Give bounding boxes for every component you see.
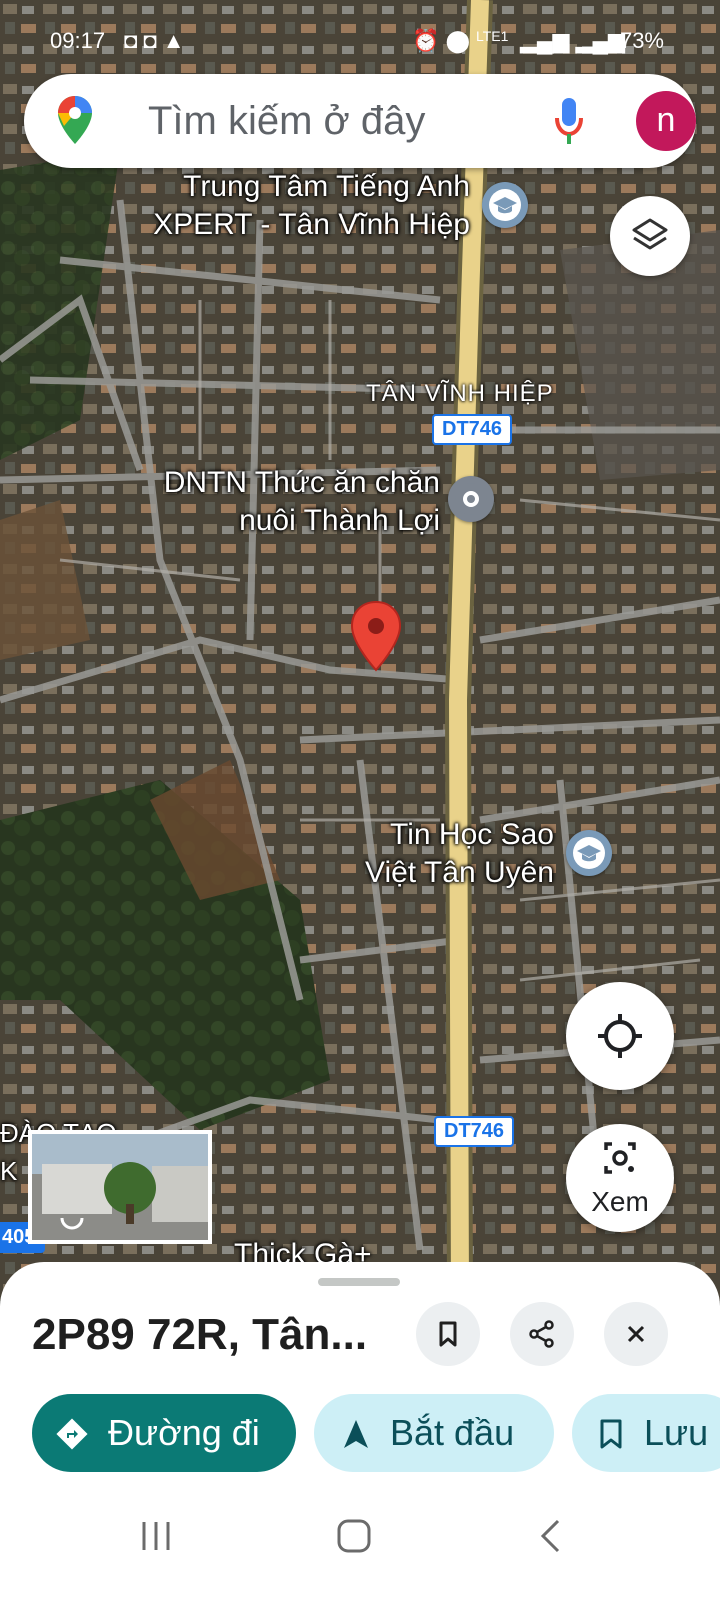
camera-lens-icon xyxy=(604,1142,636,1174)
alarm-icon: ⏰ ⬤ xyxy=(412,28,471,53)
network-icon: LTE1 xyxy=(476,28,509,44)
place-title: 2P89 72R, Tân... xyxy=(32,1310,368,1359)
poi-label-thanh-loi[interactable]: DNTN Thức ăn chăn nuôi Thành Lợi xyxy=(100,464,440,540)
lens-label: Xem xyxy=(591,1186,649,1217)
layers-button[interactable] xyxy=(610,196,690,276)
navigation-arrow-icon xyxy=(344,1420,368,1448)
area-label: TÂN VĨNH HIỆP xyxy=(366,380,554,407)
poi-label-sao-viet[interactable]: Tin Học Sao Việt Tân Uyên xyxy=(330,816,554,892)
map-view[interactable]: 09:17 ◘ ◘ ▲ ⏰ ⬤ LTE1 ▂▄▆ ▂▄▆ 73% Tìm kiế… xyxy=(0,0,720,1300)
directions-icon xyxy=(56,1418,88,1450)
close-button[interactable] xyxy=(604,1302,668,1366)
street-view-thumbnail[interactable] xyxy=(28,1130,212,1244)
bookmark-save-icon xyxy=(600,1419,622,1449)
back-icon[interactable] xyxy=(538,1518,562,1554)
home-icon[interactable] xyxy=(336,1518,372,1554)
start-button[interactable]: Bắt đầu xyxy=(314,1394,554,1472)
my-location-button[interactable] xyxy=(566,982,674,1090)
place-bottom-sheet[interactable]: 2P89 72R, Tân... Đường đi Bắt đầu Lưu xyxy=(0,1262,720,1600)
layers-icon xyxy=(632,218,668,250)
bookmark-button[interactable] xyxy=(416,1302,480,1366)
mic-icon[interactable] xyxy=(554,96,584,151)
close-icon xyxy=(627,1325,645,1343)
signal-icon: ▂▄▆ ▂▄▆ xyxy=(520,28,625,53)
battery-level: 73% xyxy=(619,28,664,53)
share-button[interactable] xyxy=(510,1302,574,1366)
status-bar: 09:17 ◘ ◘ ▲ ⏰ ⬤ LTE1 ▂▄▆ ▂▄▆ 73% xyxy=(0,24,720,60)
search-placeholder[interactable]: Tìm kiếm ở đây xyxy=(148,99,425,144)
recents-icon[interactable] xyxy=(138,1520,174,1552)
directions-button[interactable]: Đường đi xyxy=(32,1394,296,1472)
school-poi-icon[interactable] xyxy=(482,182,528,228)
place-poi-icon[interactable] xyxy=(448,476,494,522)
road-shield-dt746-top: DT746 xyxy=(432,414,513,445)
start-label: Bắt đầu xyxy=(390,1412,515,1453)
bookmark-icon xyxy=(439,1321,457,1347)
street-view-image xyxy=(32,1134,208,1240)
avatar[interactable]: n xyxy=(636,91,696,151)
road-shield-dt746-bottom: DT746 xyxy=(434,1116,515,1147)
share-icon xyxy=(529,1320,554,1348)
save-button[interactable]: Lưu xyxy=(572,1394,720,1472)
poi-label-xpert[interactable]: Trung Tâm Tiếng Anh XPERT - Tân Vĩnh Hiệ… xyxy=(132,168,470,244)
search-bar[interactable]: Tìm kiếm ở đây n xyxy=(24,74,696,168)
school-poi-icon-2[interactable] xyxy=(566,830,612,876)
crosshair-icon xyxy=(598,1014,642,1058)
maps-pin-icon xyxy=(56,94,94,151)
lens-button[interactable]: Xem xyxy=(566,1124,674,1232)
save-label: Lưu xyxy=(644,1412,709,1453)
directions-label: Đường đi xyxy=(108,1412,260,1453)
notification-icon: ◘ ◘ ▲ xyxy=(124,28,185,53)
selected-location-pin-icon[interactable] xyxy=(350,600,402,672)
drag-handle[interactable] xyxy=(318,1278,400,1286)
system-nav-bar xyxy=(0,1480,720,1600)
status-time: 09:17 xyxy=(50,28,106,53)
